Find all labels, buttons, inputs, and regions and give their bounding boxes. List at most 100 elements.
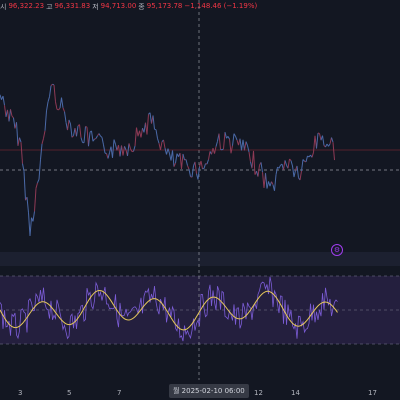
price-segment	[200, 160, 203, 169]
price-segment	[157, 138, 160, 144]
price-segment	[62, 107, 65, 112]
price-segment	[41, 138, 44, 145]
price-segment	[244, 141, 247, 151]
price-segment	[76, 125, 79, 137]
price-segment	[299, 170, 302, 181]
x-tick: 5	[67, 389, 72, 397]
price-segment	[245, 141, 248, 146]
price-segment	[188, 169, 191, 177]
price-segment	[175, 153, 178, 164]
price-segment	[10, 109, 13, 117]
price-segment	[124, 146, 127, 151]
price-segment	[274, 174, 277, 191]
price-segment	[203, 163, 206, 169]
price-segment	[253, 150, 256, 175]
price-segment	[122, 146, 125, 156]
price-segment	[322, 135, 325, 146]
price-segment	[332, 142, 335, 161]
price-segment	[283, 160, 286, 171]
price-segment	[44, 110, 47, 131]
price-segment	[163, 139, 166, 149]
price-segment	[98, 133, 101, 137]
price-segment	[58, 107, 61, 111]
price-segment	[218, 133, 221, 150]
price-segment	[223, 132, 226, 149]
price-segment	[101, 137, 104, 145]
price-segment	[28, 212, 31, 237]
x-tick: 3	[18, 389, 23, 397]
price-segment	[248, 151, 251, 162]
price-segment	[293, 170, 296, 178]
price-segment	[146, 114, 149, 135]
price-segment	[46, 101, 49, 111]
price-segment	[68, 119, 71, 125]
price-segment	[260, 162, 263, 173]
price-segment	[83, 126, 86, 143]
price-segment	[88, 132, 91, 147]
price-segment	[305, 155, 308, 163]
price-segment	[22, 163, 25, 172]
price-segment	[79, 124, 82, 138]
price-segment	[16, 122, 19, 146]
price-segment	[8, 109, 11, 122]
gear-icon: ⚙	[333, 246, 341, 254]
price-segment	[319, 133, 322, 141]
price-segment	[2, 96, 5, 106]
price-segment	[29, 217, 32, 237]
price-segment	[208, 151, 211, 160]
price-segment	[247, 145, 250, 153]
price-segment	[133, 145, 136, 152]
price-segment	[257, 165, 260, 177]
price-segment	[185, 159, 188, 166]
x-tick: 12	[254, 389, 263, 397]
price-segment	[191, 165, 194, 178]
price-segment	[233, 133, 236, 137]
price-segment	[296, 165, 299, 178]
price-segment	[127, 143, 130, 156]
price-segment	[229, 139, 232, 154]
chart-canvas[interactable]	[0, 0, 400, 400]
price-segment	[91, 130, 94, 142]
price-segment	[167, 148, 170, 154]
price-series	[0, 83, 335, 237]
price-segment	[35, 182, 38, 189]
price-segment	[61, 97, 64, 108]
price-segment	[130, 148, 133, 152]
price-segment	[311, 152, 314, 158]
price-segment	[13, 117, 16, 129]
price-segment	[187, 165, 190, 170]
price-segment	[37, 179, 40, 184]
price-segment	[173, 162, 176, 167]
price-segment	[230, 145, 233, 154]
price-segment	[32, 211, 35, 222]
price-segment	[20, 142, 23, 164]
price-segment	[47, 96, 50, 103]
price-segment	[194, 161, 197, 174]
price-segment	[227, 136, 230, 140]
price-segment	[134, 127, 137, 147]
price-segment	[64, 111, 67, 123]
price-segment	[215, 141, 218, 147]
price-segment	[53, 84, 56, 102]
price-segment	[50, 83, 53, 87]
price-segment	[206, 159, 209, 165]
price-segment	[40, 143, 43, 160]
price-segment	[271, 181, 274, 185]
price-segment	[19, 137, 22, 143]
price-segment	[181, 153, 184, 169]
price-segment	[266, 181, 269, 189]
x-tick: 14	[291, 389, 300, 397]
price-segment	[284, 160, 287, 166]
price-segment	[329, 137, 332, 144]
x-tick: 7	[117, 389, 122, 397]
price-segment	[221, 148, 224, 151]
price-segment	[52, 83, 55, 86]
price-segment	[278, 164, 281, 169]
crosshair-time-label: 월 2025-02-10 06:00	[169, 384, 249, 398]
indicator-settings-button[interactable]: ⚙	[331, 244, 343, 256]
price-segment	[43, 130, 46, 139]
price-segment	[26, 197, 29, 213]
price-segment	[136, 127, 139, 137]
price-segment	[149, 112, 152, 124]
price-segment	[86, 127, 89, 147]
